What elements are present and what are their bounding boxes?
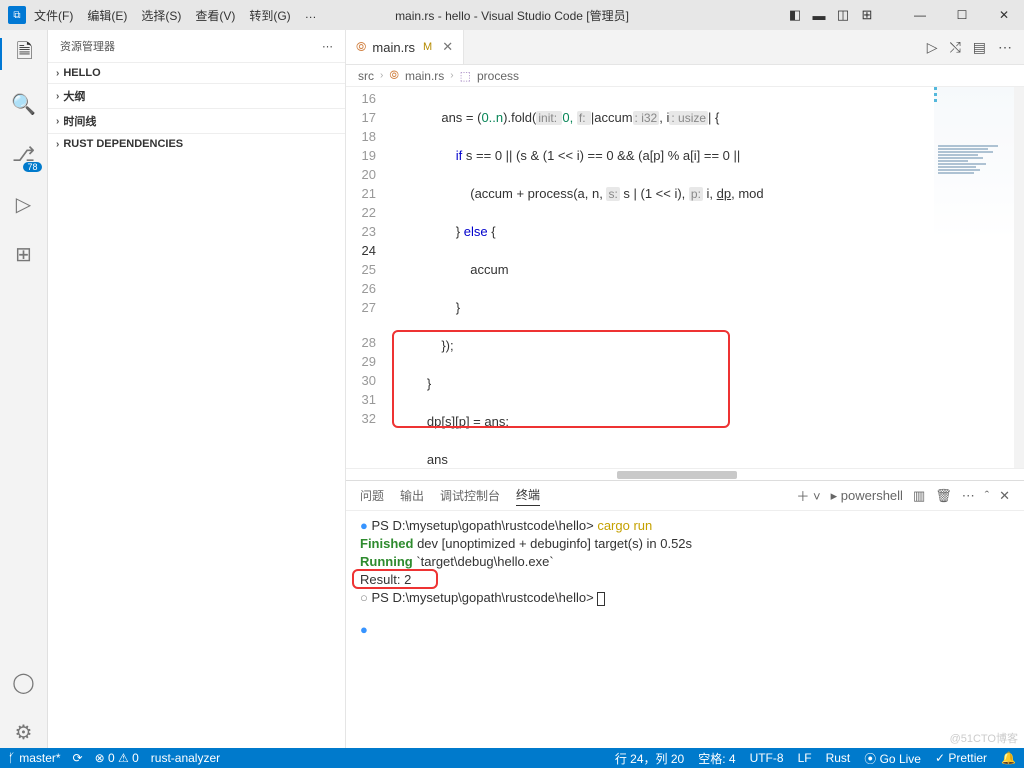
- code-editor[interactable]: 1617181920212223242526272829303132 ans =…: [346, 87, 1024, 468]
- sidebar-section-outline[interactable]: ›大纲: [48, 83, 345, 108]
- panel-close-icon[interactable]: ✕: [999, 488, 1010, 504]
- layout-controls: ◧ ▬ ◫ ⊞: [784, 4, 878, 26]
- ptab-output[interactable]: 输出: [400, 487, 424, 504]
- bc-folder[interactable]: src: [358, 69, 374, 83]
- activity-account[interactable]: ◯: [0, 666, 48, 698]
- more-icon[interactable]: ⋯: [998, 39, 1012, 56]
- terminal[interactable]: ● PS D:\mysetup\gopath\rustcode\hello> c…: [346, 511, 1024, 748]
- activity-explorer[interactable]: 🗎: [0, 38, 48, 70]
- layout-icon[interactable]: ▬: [808, 4, 830, 26]
- menu-more[interactable]: …: [305, 7, 317, 24]
- editor-actions: ▷ ⤭ ▤ ⋯: [927, 30, 1024, 64]
- menu-bar: 文件(F) 编辑(E) 选择(S) 查看(V) 转到(G) …: [34, 7, 317, 24]
- terminal-cursor: [597, 592, 605, 606]
- diff-icon[interactable]: ⤭: [950, 39, 961, 56]
- scrollbar-horizontal[interactable]: [346, 468, 1024, 480]
- sidebar-section-hello[interactable]: ›HELLO: [48, 62, 345, 83]
- breadcrumb[interactable]: src › ⦾ main.rs › ⬚ process: [346, 65, 1024, 87]
- sb-notifications[interactable]: 🔔: [1001, 750, 1016, 767]
- split-icon[interactable]: ▤: [973, 39, 986, 56]
- sidebar-title: 资源管理器: [60, 38, 115, 54]
- minimap[interactable]: [934, 87, 1014, 468]
- sidebar: 资源管理器 ⋯ ›HELLO ›大纲 ›时间线 ›RUST DEPENDENCI…: [48, 30, 346, 748]
- terminal-trash-icon[interactable]: 🗑: [935, 488, 952, 504]
- titlebar: ⧉ 文件(F) 编辑(E) 选择(S) 查看(V) 转到(G) … main.r…: [0, 0, 1024, 30]
- tab-label: main.rs: [372, 40, 415, 55]
- bc-file[interactable]: main.rs: [405, 69, 444, 83]
- sidebar-section-rustdeps[interactable]: ›RUST DEPENDENCIES: [48, 133, 345, 154]
- menu-file[interactable]: 文件(F): [34, 7, 73, 24]
- maximize-button[interactable]: ☐: [942, 0, 982, 30]
- activity-settings[interactable]: ⚙: [0, 716, 48, 748]
- close-button[interactable]: ✕: [984, 0, 1024, 30]
- sb-golive[interactable]: ⦿ Go Live: [864, 750, 921, 767]
- terminal-maximize-icon[interactable]: ˆ: [985, 488, 989, 503]
- terminal-new-icon[interactable]: ＋ ˅: [796, 486, 820, 505]
- layout-icon[interactable]: ◧: [784, 4, 806, 26]
- sb-indent[interactable]: 空格: 4: [698, 750, 735, 767]
- bottom-panel: 问题 输出 调试控制台 终端 ＋ ˅ ▸ powershell ▥ 🗑 ⋯ ˆ …: [346, 480, 1024, 748]
- scm-badge: 78: [23, 162, 41, 172]
- menu-goto[interactable]: 转到(G): [249, 7, 290, 24]
- activity-bar: 🗎 🔍 ⎇78 ▷ ⊞ ◯ ⚙: [0, 30, 48, 748]
- sb-eol[interactable]: LF: [798, 750, 812, 767]
- sb-sync[interactable]: ⟳: [73, 751, 83, 765]
- terminal-split-icon[interactable]: ▥: [913, 488, 925, 504]
- tab-dirty: M: [423, 41, 432, 53]
- activity-debug[interactable]: ▷: [0, 188, 48, 220]
- menu-edit[interactable]: 编辑(E): [87, 7, 127, 24]
- sb-branch[interactable]: ᚶ master*: [8, 751, 61, 765]
- line-gutter: 1617181920212223242526272829303132: [346, 87, 390, 468]
- sb-encoding[interactable]: UTF-8: [750, 750, 784, 767]
- sb-language[interactable]: Rust: [826, 750, 851, 767]
- ptab-debug[interactable]: 调试控制台: [440, 487, 500, 504]
- highlight-main-fn: [392, 330, 730, 428]
- cube-icon: ⬚: [460, 69, 471, 83]
- window-title: main.rs - hello - Visual Studio Code [管理…: [395, 7, 629, 24]
- menu-view[interactable]: 查看(V): [195, 7, 235, 24]
- rust-file-icon: ⦾: [389, 68, 399, 83]
- sidebar-section-timeline[interactable]: ›时间线: [48, 108, 345, 133]
- scrollbar-vertical[interactable]: [1014, 87, 1024, 468]
- activity-scm[interactable]: ⎇78: [0, 138, 48, 170]
- sb-cursor-pos[interactable]: 行 24，列 20: [615, 750, 684, 767]
- editor-area: ⦾ main.rs M ✕ ▷ ⤭ ▤ ⋯ src › ⦾ main.rs › …: [346, 30, 1024, 748]
- tab-main-rs[interactable]: ⦾ main.rs M ✕: [346, 30, 464, 64]
- sb-prettier[interactable]: ✓ Prettier: [935, 750, 987, 767]
- tab-close-icon[interactable]: ✕: [442, 39, 453, 55]
- minimize-button[interactable]: —: [900, 0, 940, 30]
- activity-search[interactable]: 🔍: [0, 88, 48, 120]
- ptab-terminal[interactable]: 终端: [516, 486, 540, 506]
- ptab-problems[interactable]: 问题: [360, 487, 384, 504]
- rust-file-icon: ⦾: [356, 39, 366, 55]
- panel-tabs: 问题 输出 调试控制台 终端 ＋ ˅ ▸ powershell ▥ 🗑 ⋯ ˆ …: [346, 481, 1024, 511]
- terminal-shell-label[interactable]: ▸ powershell: [831, 488, 903, 504]
- bc-symbol[interactable]: process: [477, 69, 519, 83]
- terminal-more-icon[interactable]: ⋯: [962, 488, 975, 504]
- sb-rust-analyzer[interactable]: rust-analyzer: [151, 751, 220, 765]
- menu-select[interactable]: 选择(S): [141, 7, 181, 24]
- code-body[interactable]: ans = (0..n).fold(init: 0, f: |accum: i3…: [390, 87, 1024, 468]
- sb-problems[interactable]: ⊗ 0 ⚠ 0: [95, 751, 139, 765]
- sidebar-more-icon[interactable]: ⋯: [322, 40, 333, 53]
- highlight-result: [352, 569, 438, 589]
- vscode-icon: ⧉: [8, 6, 26, 24]
- run-icon[interactable]: ▷: [927, 39, 938, 56]
- status-bar: ᚶ master* ⟳ ⊗ 0 ⚠ 0 rust-analyzer 行 24，列…: [0, 748, 1024, 768]
- layout-icon[interactable]: ◫: [832, 4, 854, 26]
- layout-icon[interactable]: ⊞: [856, 4, 878, 26]
- activity-extensions[interactable]: ⊞: [0, 238, 48, 270]
- editor-tabs: ⦾ main.rs M ✕ ▷ ⤭ ▤ ⋯: [346, 30, 1024, 65]
